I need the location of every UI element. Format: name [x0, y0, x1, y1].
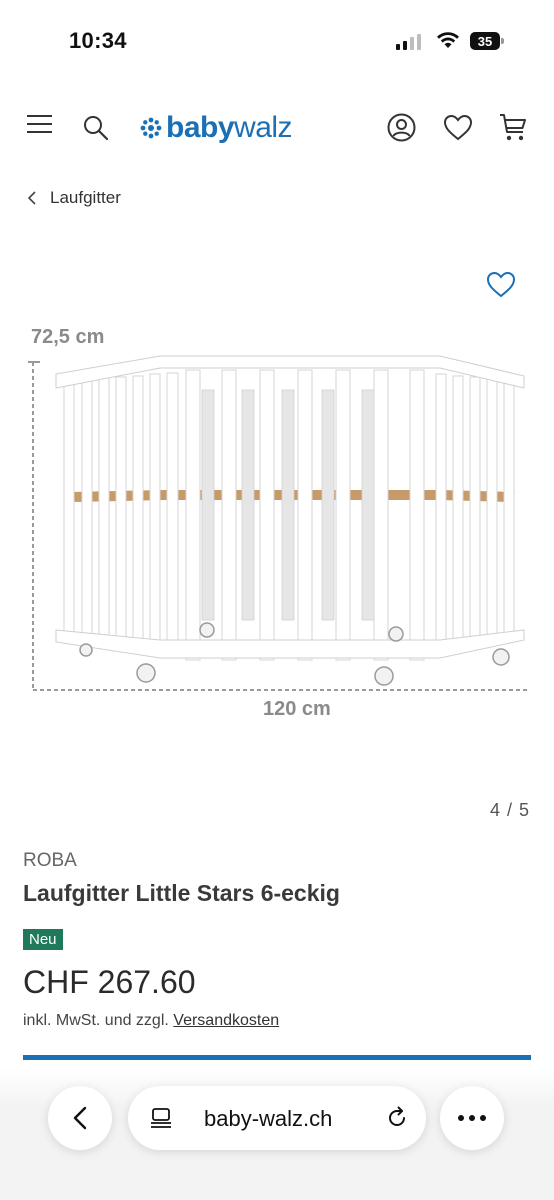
battery-icon: 35	[470, 32, 506, 50]
search-icon[interactable]	[83, 115, 109, 141]
browser-back-button[interactable]	[48, 1086, 112, 1150]
product-price: CHF 267.60	[23, 964, 196, 1000]
logo-flower-icon	[140, 117, 162, 139]
dimension-width-label: 120 cm	[263, 698, 331, 720]
status-time: 10:34	[69, 28, 127, 53]
divider	[23, 1055, 531, 1060]
new-badge: Neu	[23, 929, 63, 950]
breadcrumb-label: Laufgitter	[50, 188, 121, 207]
wishlist-heart-icon[interactable]	[443, 114, 473, 141]
brand-logo[interactable]: babywalz	[140, 110, 293, 146]
logo-text-walz: walz	[234, 111, 293, 144]
chevron-left-icon	[73, 1106, 87, 1130]
menu-icon[interactable]	[27, 114, 53, 134]
more-dots-icon	[458, 1115, 486, 1121]
product-brand[interactable]: ROBA	[23, 850, 77, 872]
account-icon[interactable]	[387, 113, 416, 142]
reload-icon[interactable]	[385, 1106, 409, 1130]
cellular-signal-icon	[396, 34, 424, 50]
browser-address-bar[interactable]: baby-walz.ch	[128, 1086, 426, 1150]
breadcrumb[interactable]: Laufgitter	[28, 188, 121, 208]
tax-info: inkl. MwSt. und zzgl. Versandkosten	[23, 1012, 279, 1030]
logo-text-baby: baby	[166, 111, 235, 144]
product-title: Laufgitter Little Stars 6-eckig	[23, 880, 340, 906]
browser-url: baby-walz.ch	[204, 1106, 333, 1131]
tax-info-text: inkl. MwSt. und zzgl.	[23, 1012, 169, 1029]
gallery-pager: 4 / 5	[490, 800, 531, 820]
shipping-costs-link[interactable]: Versandkosten	[173, 1012, 279, 1029]
product-image-playpen[interactable]	[0, 340, 554, 700]
page-menu-icon[interactable]	[150, 1107, 172, 1129]
wifi-icon	[437, 32, 459, 48]
add-to-wishlist-heart-icon[interactable]	[486, 271, 516, 298]
browser-more-button[interactable]	[440, 1086, 504, 1150]
cart-icon[interactable]	[499, 113, 527, 142]
battery-level: 35	[470, 32, 500, 50]
chevron-left-icon	[28, 191, 36, 205]
